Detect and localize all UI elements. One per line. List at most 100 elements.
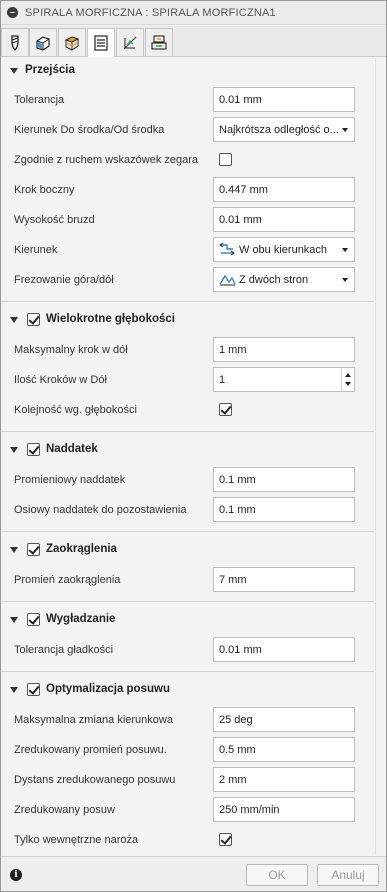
wysokosc-bruzd-label: Wysokość bruzd [14, 214, 95, 226]
tool-icon [11, 34, 19, 51]
section-divider [1, 531, 374, 532]
wysokosc-bruzd-input[interactable]: 0.01 mm [213, 207, 355, 232]
stepper-buttons[interactable] [341, 368, 354, 391]
kolejnosc-checkbox[interactable] [219, 403, 232, 416]
collapse-triangle-icon[interactable] [10, 447, 18, 453]
section-przejscia-header[interactable]: Przejścia [1, 61, 374, 81]
collapse-triangle-icon[interactable] [10, 687, 18, 693]
collapse-triangle-icon[interactable] [10, 547, 18, 553]
zredukowany-posuw-input[interactable]: 250 mm/min [213, 797, 355, 822]
optymalizacja-enable-checkbox[interactable] [27, 683, 40, 696]
title-bar: SPIRALA MORFICZNA : SPIRALA MORFICZNA1 [1, 1, 386, 25]
info-icon[interactable]: i [10, 869, 22, 881]
dystans-label: Dystans zredukowanego posuwu [14, 774, 176, 786]
section-title: Wielokrotne głębokości [46, 313, 175, 325]
increment-arrow-icon[interactable] [345, 373, 351, 377]
kierunek-label: Kierunek [14, 244, 58, 256]
ok-button[interactable]: OK [246, 864, 308, 886]
tab-bar [1, 26, 386, 57]
linking-icon [123, 36, 137, 49]
vertical-scrollbar[interactable] [375, 58, 386, 855]
maks-krok-input[interactable]: 1 mm [213, 337, 355, 362]
tylko-wewnetrzne-checkbox[interactable] [219, 833, 232, 846]
chevron-down-icon [342, 277, 348, 282]
zgodnie-label: Zgodnie z ruchem wskazówek zegara [14, 154, 199, 166]
section-title: Wygładzanie [46, 613, 116, 625]
chevron-down-icon [342, 247, 348, 252]
dialog-title: SPIRALA MORFICZNA : SPIRALA MORFICZNA1 [25, 7, 276, 19]
chevron-down-icon [342, 127, 348, 132]
maks-zmiana-input[interactable]: 25 deg [213, 707, 355, 732]
cancel-button[interactable]: Anuluj [317, 864, 379, 886]
section-divider [1, 601, 374, 602]
zredukowany-promien-label: Zredukowany promień posuwu. [14, 744, 167, 756]
zredukowany-posuw-label: Zredukowany posuw [14, 804, 115, 816]
tolerancja-gladkosci-input[interactable]: 0.01 mm [213, 637, 355, 662]
geometry-icon [36, 35, 50, 51]
kierunek-select[interactable]: W obu kierunkach [213, 237, 355, 262]
tab-linking[interactable] [116, 28, 144, 56]
zaokraglenia-enable-checkbox[interactable] [27, 543, 40, 556]
section-title: Przejścia [25, 64, 75, 76]
promien-label: Promień zaokrąglenia [14, 574, 121, 586]
promieniowy-label: Promieniowy naddatek [14, 474, 126, 486]
tab-passes[interactable] [87, 28, 115, 57]
promien-input[interactable]: 7 mm [213, 567, 355, 592]
kierunek-do-value: Najkrótsza odległość o... [219, 123, 338, 136]
section-wygladzanie-header[interactable]: Wygładzanie [1, 610, 374, 630]
frezowanie-value: Z dwóch stron [239, 273, 309, 286]
both-directions-icon [219, 242, 235, 256]
dystans-input[interactable]: 2 mm [213, 767, 355, 792]
krok-boczny-label: Krok boczny [14, 184, 75, 196]
dialog-footer: i OK Anuluj [1, 856, 386, 891]
section-naddatek-header[interactable]: Naddatek [1, 440, 374, 460]
maks-krok-label: Maksymalny krok w dół [14, 344, 128, 356]
ilosc-krokow-label: Ilość Kroków w Dół [14, 374, 107, 386]
section-divider [1, 671, 374, 672]
section-title: Optymalizacja posuwu [46, 683, 170, 695]
kierunek-value: W obu kierunkach [239, 243, 328, 256]
form-content: Przejścia Tolerancja 0.01 mm Kierunek Do… [1, 58, 386, 855]
frezowanie-select[interactable]: Z dwóch stron [213, 267, 355, 292]
kierunek-do-select[interactable]: Najkrótsza odległość o... [213, 117, 355, 142]
kolejnosc-label: Kolejność wg. głębokości [14, 404, 137, 416]
collapse-triangle-icon[interactable] [10, 617, 18, 623]
tolerancja-input[interactable]: 0.01 mm [213, 87, 355, 112]
section-wielokrotne-header[interactable]: Wielokrotne głębokości [1, 310, 374, 330]
heights-icon [64, 35, 80, 51]
kierunek-do-label: Kierunek Do środka/Od środka [14, 124, 165, 136]
zgodnie-checkbox[interactable] [219, 153, 232, 166]
tylko-wewnetrzne-label: Tylko wewnętrzne naroża [14, 834, 139, 846]
tab-shaft-holder[interactable] [145, 28, 173, 56]
promieniowy-input[interactable]: 0.1 mm [213, 467, 355, 492]
maks-zmiana-label: Maksymalna zmiana kierunkowa [14, 714, 173, 726]
operation-dialog: SPIRALA MORFICZNA : SPIRALA MORFICZNA1 P… [0, 0, 387, 892]
collapse-dialog-icon[interactable] [7, 7, 18, 18]
tolerancja-label: Tolerancja [14, 94, 65, 106]
wygladzanie-enable-checkbox[interactable] [27, 613, 40, 626]
decrement-arrow-icon[interactable] [345, 382, 351, 386]
collapse-triangle-icon[interactable] [10, 317, 18, 323]
section-divider [1, 301, 374, 302]
naddatek-enable-checkbox[interactable] [27, 443, 40, 456]
ilosc-krokow-value: 1 [219, 373, 226, 386]
krok-boczny-input[interactable]: 0.447 mm [213, 177, 355, 202]
collapse-triangle-icon[interactable] [10, 68, 18, 74]
tab-tool[interactable] [1, 28, 29, 56]
frezowanie-label: Frezowanie góra/dół [14, 274, 114, 286]
wielokrotne-enable-checkbox[interactable] [27, 313, 40, 326]
section-zaokraglenia-header[interactable]: Zaokrąglenia [1, 540, 374, 560]
osiowy-label: Osiowy naddatek do pozostawienia [14, 504, 187, 516]
passes-icon [94, 35, 108, 51]
section-optymalizacja-header[interactable]: Optymalizacja posuwu [1, 680, 374, 700]
tolerancja-gladkosci-label: Tolerancja gładkości [14, 644, 114, 656]
shaft-holder-icon [151, 34, 167, 50]
tab-geometry[interactable] [29, 28, 57, 56]
tab-heights[interactable] [58, 28, 86, 56]
ilosc-krokow-stepper[interactable]: 1 [213, 367, 355, 392]
section-divider [1, 431, 374, 432]
zredukowany-promien-input[interactable]: 0.5 mm [213, 737, 355, 762]
section-title: Naddatek [46, 443, 98, 455]
up-down-milling-icon [219, 274, 236, 286]
osiowy-input[interactable]: 0.1 mm [213, 497, 355, 522]
